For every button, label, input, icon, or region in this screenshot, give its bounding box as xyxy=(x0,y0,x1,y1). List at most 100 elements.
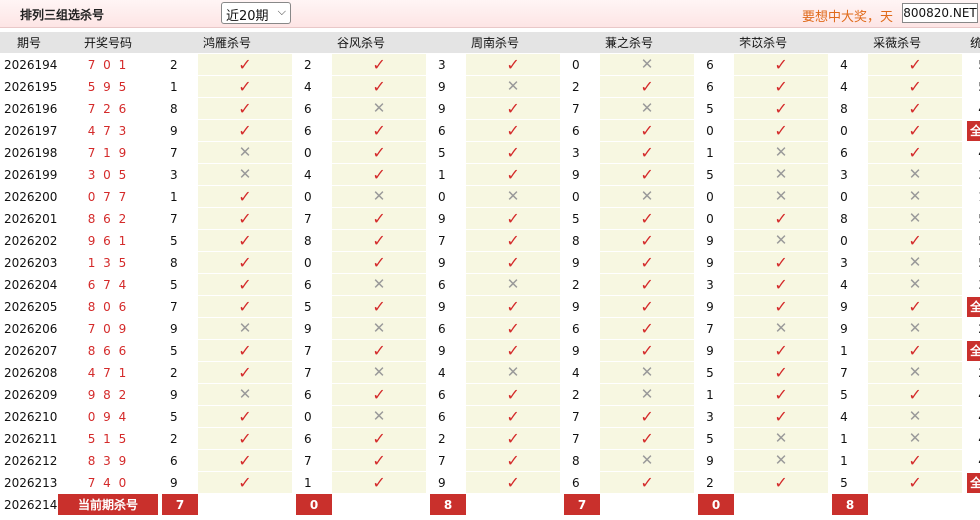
kill-number-cell: 5 xyxy=(162,406,198,428)
cross-icon: ✕ xyxy=(238,385,252,403)
kill-number-cell: 7 xyxy=(832,362,869,384)
kill-number-cell: 1 xyxy=(832,450,869,472)
col-stat: 统计 xyxy=(966,32,980,54)
draw-number-cell: 9 8 2 xyxy=(58,384,158,406)
result-mark-cell: ✓ xyxy=(198,98,293,120)
check-icon: ✓ xyxy=(640,76,654,96)
result-mark-cell: ✓ xyxy=(198,208,293,230)
cross-icon: ✕ xyxy=(774,319,788,337)
check-icon: ✓ xyxy=(372,428,386,448)
result-mark-cell: ✕ xyxy=(600,362,695,384)
cross-icon: ✕ xyxy=(238,143,252,161)
check-icon: ✓ xyxy=(506,472,520,492)
result-mark-cell: ✓ xyxy=(466,164,561,186)
result-mark-cell: ✓ xyxy=(198,120,293,142)
kill-number-cell: 2 xyxy=(564,76,601,98)
result-mark-cell: ✓ xyxy=(332,120,427,142)
kill-number-cell: 0 xyxy=(832,186,869,208)
draw-number-cell: 5 9 5 xyxy=(58,76,158,98)
result-mark-cell: ✓ xyxy=(600,274,695,296)
check-icon: ✓ xyxy=(908,76,922,96)
cross-icon: ✕ xyxy=(774,231,788,249)
result-mark-cell: ✓ xyxy=(734,340,829,362)
draw-number-cell: 4 7 1 xyxy=(58,362,158,384)
result-mark-cell: ✕ xyxy=(600,98,695,120)
kill-number-cell: 5 xyxy=(162,340,198,362)
kill-number-cell: 5 xyxy=(162,230,198,252)
result-mark-cell: ✓ xyxy=(198,54,293,76)
result-mark-cell: ✕ xyxy=(466,186,561,208)
check-icon: ✓ xyxy=(238,98,252,118)
result-mark-cell: ✓ xyxy=(332,472,427,494)
kill-number-cell: 7 xyxy=(162,142,198,164)
kill-number-cell: 0 xyxy=(698,186,735,208)
check-icon: ✓ xyxy=(908,296,922,316)
period-cell: 2026203 xyxy=(0,252,58,274)
check-icon: ✓ xyxy=(238,186,252,206)
kill-number-cell: 6 xyxy=(564,120,601,142)
result-mark-cell: ✕ xyxy=(868,252,963,274)
stat-cell: 5 xyxy=(966,208,980,230)
result-mark-cell: ✕ xyxy=(868,318,963,340)
kill-number-cell: 1 xyxy=(832,340,869,362)
stat-cell: 5 xyxy=(966,230,980,252)
kill-number-cell: 9 xyxy=(832,296,869,318)
period-cell: 2026205 xyxy=(0,296,58,318)
kill-number-cell: 7 xyxy=(564,406,601,428)
result-mark-cell: ✓ xyxy=(868,340,963,362)
kill-number-cell: 5 xyxy=(698,98,735,120)
cross-icon: ✕ xyxy=(774,429,788,447)
period-range-select[interactable]: 近20期 ⌵ xyxy=(221,2,291,24)
result-mark-cell: ✓ xyxy=(734,384,829,406)
kill-number-cell: 0 xyxy=(564,186,601,208)
period-cell: 2026201 xyxy=(0,208,58,230)
kill-number-cell: 8 xyxy=(162,98,198,120)
col-expert-5: 芣苡杀号 xyxy=(698,32,829,54)
site-badge[interactable]: 800820.NET xyxy=(902,3,978,23)
kill-number-cell: 6 xyxy=(430,384,467,406)
period-cell: 2026207 xyxy=(0,340,58,362)
all-correct-badge: 全对 xyxy=(967,120,980,141)
kill-number-cell: 8 xyxy=(162,252,198,274)
check-icon: ✓ xyxy=(640,406,654,426)
result-mark-cell: ✓ xyxy=(600,164,695,186)
check-icon: ✓ xyxy=(640,428,654,448)
cross-icon: ✕ xyxy=(238,165,252,183)
kill-number-cell: 2 xyxy=(296,54,333,76)
draw-number-cell: 9 6 1 xyxy=(58,230,158,252)
result-mark-cell: ✓ xyxy=(466,406,561,428)
result-mark-cell: ✓ xyxy=(466,318,561,340)
result-mark-cell: ✓ xyxy=(198,186,293,208)
result-mark-cell: ✓ xyxy=(734,76,829,98)
table-row: 20262067 0 99✕9✕6✓6✓7✕9✕2 xyxy=(0,318,980,340)
result-mark-cell: ✓ xyxy=(198,340,293,362)
table-body: 20261947 0 12✓2✓3✓0✕6✓4✓520261955 9 51✓4… xyxy=(0,54,980,516)
cross-icon: ✕ xyxy=(372,187,386,205)
stat-cell: 2 xyxy=(966,362,980,384)
period-cell: 2026209 xyxy=(0,384,58,406)
result-mark-cell: ✓ xyxy=(868,76,963,98)
result-mark-cell: ✕ xyxy=(466,274,561,296)
cross-icon: ✕ xyxy=(908,209,922,227)
stat-cell: 全对 xyxy=(966,120,980,142)
result-mark-cell: ✕ xyxy=(868,406,963,428)
check-icon: ✓ xyxy=(238,362,252,382)
kill-number-cell: 7 xyxy=(430,230,467,252)
result-mark-cell: ✕ xyxy=(734,318,829,340)
kill-number-cell: 6 xyxy=(564,318,601,340)
kill-number-cell: 9 xyxy=(430,296,467,318)
draw-number-cell: 8 3 9 xyxy=(58,450,158,472)
cross-icon: ✕ xyxy=(506,187,520,205)
result-mark-cell: ✓ xyxy=(600,428,695,450)
empty-cell xyxy=(332,494,427,516)
check-icon: ✓ xyxy=(908,98,922,118)
check-icon: ✓ xyxy=(372,120,386,140)
draw-number-cell: 6 7 4 xyxy=(58,274,158,296)
result-mark-cell: ✓ xyxy=(600,76,695,98)
table-row: 20261993 0 53✕4✓1✓9✓5✕3✕3 xyxy=(0,164,980,186)
cross-icon: ✕ xyxy=(908,165,922,183)
kill-number-cell: 3 xyxy=(162,164,198,186)
cross-icon: ✕ xyxy=(774,187,788,205)
stat-cell: 4 xyxy=(966,450,980,472)
empty-cell xyxy=(198,494,293,516)
